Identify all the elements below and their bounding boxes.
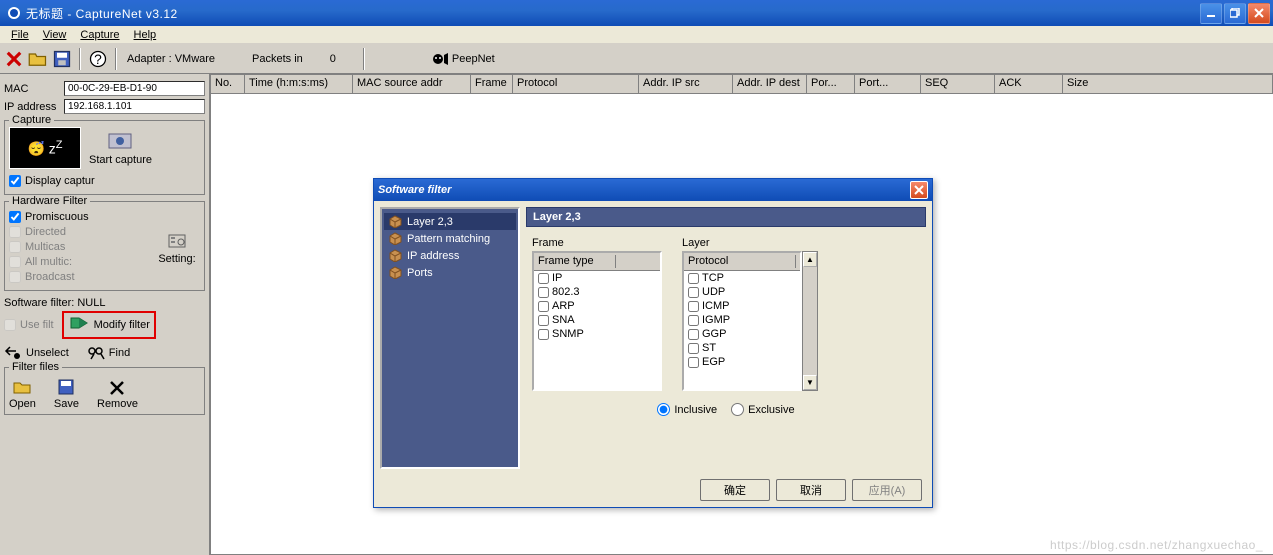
sidebar: MAC00-0C-29-EB-D1-90 IP address192.168.1… (0, 74, 210, 555)
capture-group: Capture 😴 zZ Start capture Display captu… (4, 120, 205, 195)
list-item: UDP (684, 285, 800, 299)
nav-ports[interactable]: Ports (384, 264, 516, 281)
app-icon (6, 5, 22, 21)
help-icon[interactable]: ? (88, 49, 108, 69)
dialog-close-button[interactable] (910, 181, 928, 199)
directed-checkbox (9, 226, 21, 238)
adapter-label: Adapter : VMware (127, 53, 215, 65)
layer-listview[interactable]: Protocol TCP UDP ICMP IGMP GGP ST EGP (682, 251, 802, 391)
col-mac[interactable]: MAC source addr (353, 75, 471, 93)
dialog-nav: Layer 2,3 Pattern matching IP address Po… (380, 207, 520, 469)
list-item: TCP (684, 271, 800, 285)
col-ipdst[interactable]: Addr. IP dest (733, 75, 807, 93)
window-title: 无标题 - CaptureNet v3.12 (26, 5, 178, 22)
filter-save-button[interactable]: Save (54, 378, 79, 410)
window-titlebar: 无标题 - CaptureNet v3.12 (0, 0, 1273, 26)
delete-icon[interactable] (4, 49, 24, 69)
filter-remove-button[interactable]: Remove (97, 378, 138, 410)
menu-help[interactable]: Help (127, 28, 164, 42)
col-size[interactable]: Size (1063, 75, 1273, 93)
use-filter-checkbox (4, 319, 16, 331)
layer-label: Layer (682, 237, 818, 249)
col-protocol[interactable]: Protocol (513, 75, 639, 93)
display-capture-checkbox[interactable] (9, 175, 21, 187)
mac-value[interactable]: 00-0C-29-EB-D1-90 (64, 81, 205, 96)
col-port1[interactable]: Por... (807, 75, 855, 93)
software-filter-label: Software filter: NULL (4, 297, 205, 309)
exclusive-radio[interactable]: Exclusive (731, 403, 794, 416)
cancel-button[interactable]: 取消 (776, 479, 846, 501)
list-item: SNMP (534, 327, 660, 341)
software-filter-dialog: Software filter Layer 2,3 Pattern matchi… (373, 178, 933, 508)
close-button[interactable] (1248, 3, 1270, 24)
frame-listview[interactable]: Frame type IP 802.3 ARP SNA SNMP (532, 251, 662, 391)
list-item: SNA (534, 313, 660, 327)
dialog-header: Layer 2,3 (526, 207, 926, 227)
minimize-button[interactable] (1200, 3, 1222, 24)
col-frame[interactable]: Frame (471, 75, 513, 93)
ip-value[interactable]: 192.168.1.101 (64, 99, 205, 114)
col-port2[interactable]: Port... (855, 75, 921, 93)
allmulticast-checkbox (9, 256, 21, 268)
menu-view[interactable]: View (36, 28, 74, 42)
mac-label: MAC (4, 83, 64, 95)
list-item: ICMP (684, 299, 800, 313)
list-item: IP (534, 271, 660, 285)
list-item: ST (684, 341, 800, 355)
dialog-titlebar[interactable]: Software filter (374, 179, 932, 201)
list-item: 802.3 (534, 285, 660, 299)
list-item: ARP (534, 299, 660, 313)
filter-open-button[interactable]: Open (9, 378, 36, 410)
modify-filter-button[interactable]: Modify filter (62, 311, 156, 339)
filter-files-group: Filter files Open Save Remove (4, 367, 205, 415)
save-icon[interactable] (52, 49, 72, 69)
col-seq[interactable]: SEQ (921, 75, 995, 93)
col-ack[interactable]: ACK (995, 75, 1063, 93)
col-ipsrc[interactable]: Addr. IP src (639, 75, 733, 93)
packets-label: Packets in (252, 53, 303, 65)
scroll-up-icon[interactable]: ▲ (803, 252, 817, 267)
open-icon[interactable] (28, 49, 48, 69)
menu-capture[interactable]: Capture (73, 28, 126, 42)
menu-file[interactable]: File (4, 28, 36, 42)
packets-value: 0 (330, 53, 336, 65)
menu-bar: File View Capture Help (0, 26, 1273, 44)
restore-button[interactable] (1224, 3, 1246, 24)
col-no[interactable]: No. (211, 75, 245, 93)
scrollbar[interactable]: ▲ ▼ (802, 251, 818, 391)
promiscuous-checkbox[interactable] (9, 211, 21, 223)
table-header: No. Time (h:m:s:ms) MAC source addr Fram… (211, 75, 1273, 94)
list-item: EGP (684, 355, 800, 369)
watermark: https://blog.csdn.net/zhangxuechao_ (1050, 538, 1263, 552)
nav-layer23[interactable]: Layer 2,3 (384, 213, 516, 230)
start-capture-button[interactable]: Start capture (89, 130, 152, 166)
svg-text:?: ? (94, 52, 102, 67)
scroll-down-icon[interactable]: ▼ (803, 375, 817, 390)
frame-label: Frame (532, 237, 662, 249)
ip-label: IP address (4, 101, 64, 113)
unselect-button[interactable]: Unselect (4, 345, 69, 361)
list-item: IGMP (684, 313, 800, 327)
toolbar: ? Adapter : VMware Packets in 0 PeepNet (0, 44, 1273, 74)
broadcast-checkbox (9, 271, 21, 283)
find-button[interactable]: Find (87, 345, 130, 361)
nav-ipaddress[interactable]: IP address (384, 247, 516, 264)
list-item: GGP (684, 327, 800, 341)
multicast-checkbox (9, 241, 21, 253)
ok-button[interactable]: 确定 (700, 479, 770, 501)
hardware-filter-group: Hardware Filter Promiscuous Directed Mul… (4, 201, 205, 291)
settings-button[interactable]: Setting: (154, 208, 200, 286)
apply-button: 应用(A) (852, 479, 922, 501)
col-time[interactable]: Time (h:m:s:ms) (245, 75, 353, 93)
inclusive-radio[interactable]: Inclusive (657, 403, 717, 416)
nav-pattern[interactable]: Pattern matching (384, 230, 516, 247)
sleep-icon: 😴 zZ (9, 127, 81, 169)
peepnet-button[interactable]: PeepNet (432, 51, 495, 67)
